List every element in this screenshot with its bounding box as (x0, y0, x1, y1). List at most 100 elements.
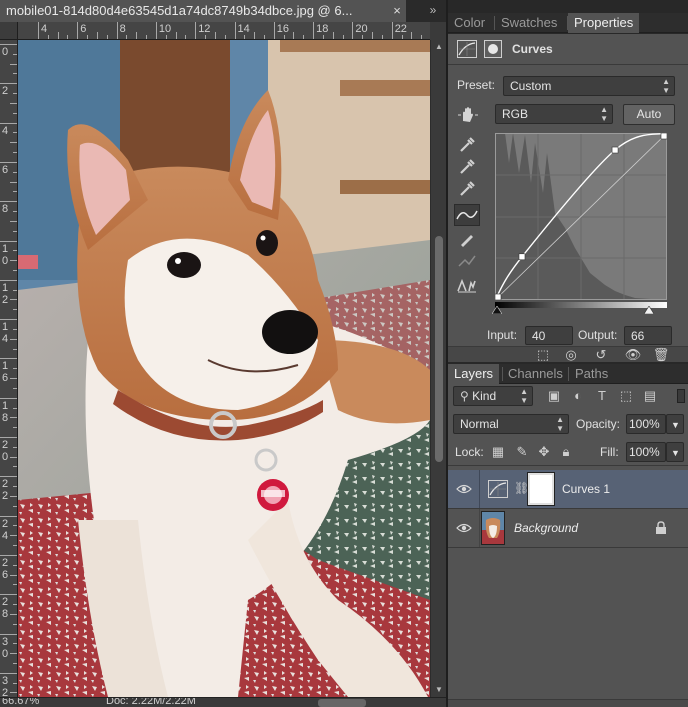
layer-mask-icon[interactable] (484, 40, 502, 58)
filter-toggle[interactable] (677, 389, 685, 403)
ruler-origin[interactable] (0, 22, 18, 40)
curve-control-point[interactable] (611, 146, 619, 154)
opacity-field[interactable]: 100% (626, 414, 666, 434)
ruler-tick (0, 594, 17, 596)
clipping-warning-icon[interactable] (457, 277, 477, 293)
auto-button[interactable]: Auto (623, 104, 675, 125)
filter-smart-object-icon[interactable]: ▤ (642, 388, 658, 404)
fill-value: 100% (629, 445, 660, 459)
fill-field[interactable]: 100% (626, 442, 666, 462)
ruler-label: 2 6 (2, 556, 9, 581)
ruler-tick (13, 545, 17, 546)
eyedropper-black-icon[interactable] (458, 136, 476, 154)
ruler-tick (67, 35, 69, 39)
chevron-down-icon: ▼ (671, 420, 680, 430)
filter-value: Kind (472, 389, 497, 403)
layer-thumbnail[interactable] (481, 511, 505, 545)
scroll-down-icon[interactable]: ▼ (431, 683, 447, 697)
reset-icon[interactable]: ↺ (592, 347, 610, 363)
visibility-icon[interactable]: 👁 (624, 347, 642, 363)
eyedropper-white-icon[interactable] (458, 180, 476, 198)
vertical-scrollbar[interactable]: ▲ ▼ (430, 40, 446, 697)
ruler-tick (0, 672, 17, 674)
zoom-level[interactable]: 66.67% (2, 698, 39, 707)
horizontal-ruler[interactable]: 4681012141618202224 (18, 22, 430, 40)
ruler-label: 2 0 (2, 439, 9, 463)
vertical-ruler[interactable]: 0 2 4 6 8 1 0 1 2 1 4 1 6 1 8 2 0 2 2 2 4 2 6 2 8 3 0 3 … (0, 40, 18, 697)
curve-control-point[interactable] (660, 133, 667, 140)
fill-slider-toggle[interactable]: ▼ (666, 442, 684, 462)
tab-layers[interactable]: Layers (448, 364, 500, 384)
layer-row-background[interactable]: Background (448, 509, 688, 547)
doc-size-info[interactable]: Doc: 2.22M/2.22M (106, 698, 196, 707)
tab-color[interactable]: Color (448, 13, 491, 33)
adjust-hand-icon[interactable] (458, 106, 478, 124)
output-field[interactable]: 66 (624, 326, 672, 345)
ruler-tick (57, 32, 59, 39)
ruler-tick (13, 250, 17, 252)
preset-label: Preset: (457, 78, 496, 92)
input-field[interactable]: 40 (525, 326, 573, 345)
black-point-slider[interactable] (492, 306, 502, 314)
layer-filter-dropdown[interactable]: ⚲ Kind ▲ ▼ (453, 386, 533, 406)
white-point-slider[interactable] (644, 306, 654, 314)
scroll-up-icon[interactable]: ▲ (431, 40, 447, 54)
close-icon[interactable]: × (390, 0, 404, 22)
curve-tool-button[interactable] (454, 204, 480, 226)
lock-transparent-icon[interactable]: ▦ (490, 444, 506, 460)
filter-pixel-icon[interactable]: ▣ (546, 388, 562, 404)
layers-tab-bar: Layers Channels Paths (448, 364, 688, 384)
visibility-eye-icon[interactable] (456, 521, 472, 535)
layer-row-curves-1[interactable]: ⛓ Curves 1 (448, 470, 688, 508)
pencil-icon[interactable] (458, 230, 476, 248)
ruler-tick (13, 93, 17, 95)
document-tab[interactable]: mobile01-814d80d4e63545d1a74dc8749b34dbc… (0, 0, 406, 22)
ruler-label: 2 (2, 85, 9, 98)
visibility-eye-icon[interactable] (456, 482, 472, 496)
tab-properties[interactable]: Properties (568, 13, 640, 33)
lock-all-icon[interactable]: 🔒︎ (558, 444, 574, 460)
ruler-tick (352, 22, 354, 39)
blend-mode-dropdown[interactable]: Normal ▲ ▼ (453, 414, 569, 434)
curves-graph[interactable] (495, 133, 667, 300)
trash-icon[interactable]: 🗑 (652, 347, 670, 363)
collapse-panels-icon[interactable]: » (424, 3, 442, 19)
ruler-label: 1 4 (2, 321, 9, 346)
filter-shape-icon[interactable]: ⬚ (618, 388, 634, 404)
eyedropper-gray-icon[interactable] (458, 158, 476, 176)
filter-adjustment-icon[interactable]: ◐ (570, 388, 586, 404)
lock-position-icon[interactable]: ✥ (536, 444, 552, 460)
filter-type-icon[interactable]: T (594, 388, 610, 404)
layer-name[interactable]: Background (514, 521, 578, 535)
scroll-thumb[interactable] (435, 236, 443, 462)
ruler-tick (10, 63, 17, 65)
ruler-tick (0, 279, 17, 281)
ruler-tick (13, 407, 17, 409)
dog-photo (18, 40, 430, 697)
ruler-tick (10, 692, 17, 694)
horizontal-scroll-thumb[interactable] (318, 699, 366, 707)
lock-pixels-icon[interactable]: ✎ (514, 444, 530, 460)
ruler-tick (13, 486, 17, 488)
ruler-tick (13, 584, 17, 586)
opacity-slider-toggle[interactable]: ▼ (666, 414, 684, 434)
clip-to-layer-icon[interactable]: ⬚ (534, 347, 552, 363)
smooth-icon[interactable] (457, 252, 477, 270)
tab-paths[interactable]: Paths (569, 364, 614, 384)
ruler-tick (10, 456, 17, 458)
tab-swatches[interactable]: Swatches (495, 13, 563, 33)
layer-mask-thumbnail[interactable] (527, 472, 555, 506)
layer-name[interactable]: Curves 1 (562, 482, 610, 496)
curve-control-point[interactable] (495, 293, 502, 300)
tab-channels[interactable]: Channels (502, 364, 569, 384)
view-previous-icon[interactable]: ◎ (562, 347, 580, 363)
channel-dropdown[interactable]: RGB ▲ ▼ (495, 104, 613, 124)
divider (448, 465, 688, 466)
curve-control-point[interactable] (518, 253, 526, 261)
link-icon[interactable]: ⛓ (514, 480, 529, 496)
curves-adjustment-icon (488, 480, 508, 498)
ruler-tick (87, 35, 89, 39)
image-canvas[interactable] (18, 40, 430, 697)
preset-dropdown[interactable]: Custom ▲ ▼ (503, 76, 675, 96)
ruler-tick (13, 564, 17, 566)
